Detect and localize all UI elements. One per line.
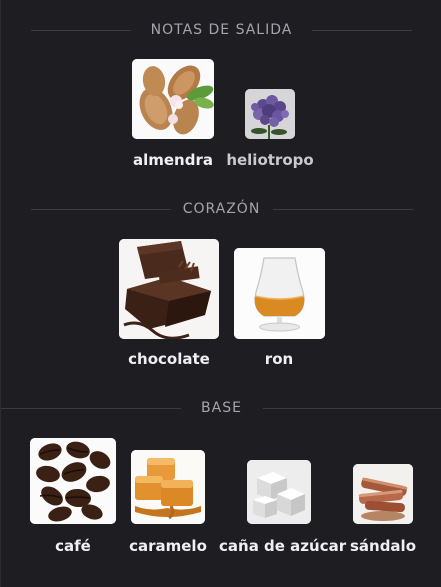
chocolate-image[interactable]	[119, 239, 219, 339]
section-header-heart-notes: CORAZÓN	[1, 199, 441, 219]
note-label-chocolate: chocolate	[128, 350, 210, 368]
fragrance-notes-pyramid: NOTAS DE SALIDA almendra heliotropo CORA…	[0, 0, 441, 587]
section-header-top-notes: NOTAS DE SALIDA	[1, 20, 441, 40]
caramel-image[interactable]	[131, 450, 205, 524]
sandalwood-image[interactable]	[353, 464, 413, 524]
note-label-sandalo: sándalo	[349, 537, 417, 555]
note-label-ron: ron	[264, 350, 294, 368]
note-label-heliotropo: heliotropo	[226, 151, 314, 169]
sugar-cubes-image[interactable]	[247, 460, 311, 524]
note-label-cafe: café	[55, 537, 91, 555]
rum-glass-image[interactable]	[234, 248, 325, 339]
section-header-base-notes: BASE	[1, 398, 441, 418]
coffee-beans-image[interactable]	[30, 438, 116, 524]
section-title: BASE	[1, 398, 441, 418]
section-title: NOTAS DE SALIDA	[1, 20, 441, 40]
note-label-cana-de-azucar: caña de azúcar	[219, 537, 347, 555]
heliotrope-flower-image[interactable]	[245, 89, 295, 139]
note-label-caramelo: caramelo	[129, 537, 207, 555]
almond-image[interactable]	[132, 59, 214, 139]
section-title: CORAZÓN	[1, 199, 441, 219]
